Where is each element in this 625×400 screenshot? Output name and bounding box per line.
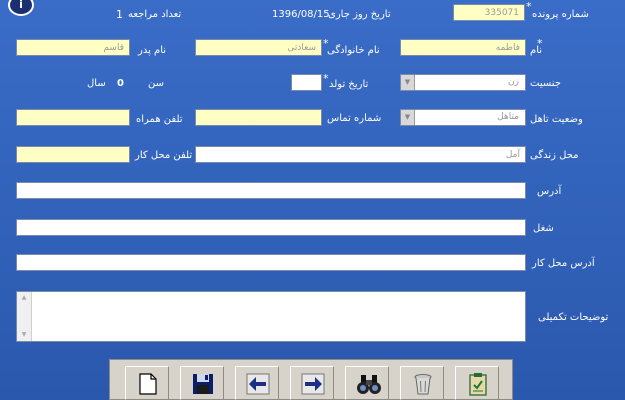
chevron-down-icon[interactable]: ▼ [401, 110, 415, 125]
age-label: سن [148, 78, 164, 89]
visits-label: تعداد مراجعه [128, 9, 182, 20]
action-toolbar [109, 359, 513, 400]
save-button[interactable] [180, 366, 224, 400]
required-mark: * [323, 37, 329, 50]
gender-label: جنسیت [530, 78, 561, 89]
gender-value: زن [508, 77, 519, 87]
job-label: شغل [533, 223, 554, 234]
notes-scrollbar[interactable]: ▲ ▼ [17, 292, 32, 341]
mobile-field[interactable] [16, 109, 130, 126]
visits-value: 1 [116, 8, 123, 21]
current-date-label: تاریخ روز جاری [328, 9, 391, 20]
arrow-right-icon [301, 373, 325, 395]
chevron-up-icon[interactable]: ▲ [17, 292, 31, 304]
father-name-label: نام پدر [138, 45, 167, 56]
father-name-field[interactable]: قاسم [16, 39, 130, 56]
delete-button[interactable] [400, 366, 444, 400]
search-button[interactable] [345, 366, 389, 400]
birth-date-label: تاریخ تولد [329, 79, 369, 90]
arrow-left-icon [246, 373, 270, 395]
required-mark: * [526, 0, 532, 13]
work-address-label: آدرس محل کار [532, 258, 595, 269]
trash-can-icon [414, 374, 432, 395]
file-number-field[interactable]: 335071 [453, 4, 525, 21]
notes-textarea[interactable]: ▲ ▼ [16, 291, 526, 342]
file-number-label: شماره پرونده [532, 9, 589, 20]
current-date-value: 1396/08/15 [272, 9, 330, 20]
marital-status-select[interactable]: ▼ متاهل [400, 109, 526, 126]
next-button[interactable] [290, 366, 334, 400]
new-file-button[interactable] [125, 366, 169, 400]
info-icon[interactable]: i [8, 0, 34, 16]
new-file-icon [139, 373, 157, 395]
report-button[interactable] [455, 366, 499, 400]
last-name-field[interactable]: سعادتی [195, 39, 322, 56]
work-phone-label: تلفن محل کار [135, 150, 193, 161]
chevron-down-icon[interactable]: ▼ [401, 75, 415, 90]
address-label: آدرس [537, 186, 562, 197]
contact-phone-label: شماره تماس [327, 113, 382, 124]
notes-label: توضیحات تکمیلی [538, 312, 609, 323]
clipboard-icon [469, 373, 487, 396]
work-phone-field[interactable] [16, 146, 130, 163]
marital-status-value: متاهل [497, 112, 519, 122]
age-value: 0 [117, 78, 124, 89]
floppy-disk-icon [193, 374, 213, 394]
address-field[interactable] [16, 182, 526, 199]
residence-label: محل زندگی [530, 150, 579, 161]
marital-status-label: وضعیت تاهل [530, 114, 583, 125]
job-field[interactable] [16, 219, 526, 236]
gender-select[interactable]: ▼ زن [400, 74, 526, 91]
required-mark: * [323, 72, 329, 85]
first-name-field[interactable]: فاطمه [400, 39, 526, 56]
last-name-label: نام خانوادگی [327, 45, 380, 56]
birth-date-field[interactable] [291, 74, 322, 91]
previous-button[interactable] [235, 366, 279, 400]
contact-phone-field[interactable] [195, 109, 322, 126]
required-mark: * [537, 37, 543, 50]
mobile-label: تلفن همراه [136, 114, 183, 125]
chevron-down-icon[interactable]: ▼ [17, 329, 31, 341]
binoculars-icon [357, 375, 381, 394]
residence-field[interactable]: آمل [195, 146, 526, 163]
work-address-field[interactable] [16, 254, 526, 271]
patient-form-window: i * شماره پرونده 335071 تاریخ روز جاری 1… [0, 0, 625, 400]
age-unit-label: سال [87, 78, 106, 89]
